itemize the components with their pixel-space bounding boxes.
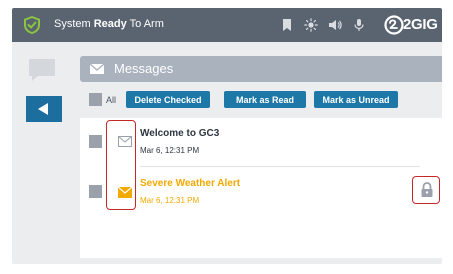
select-all-checkbox[interactable] [89, 93, 102, 106]
mark-as-unread-button[interactable]: Mark as Unread [314, 91, 398, 108]
lock-highlight-box [412, 176, 440, 204]
status-prefix: System [54, 18, 94, 30]
panel-screen: System Ready To Arm 2GIG Messages All De… [12, 8, 442, 264]
message-title: Severe Weather Alert [140, 178, 241, 189]
back-arrow-icon [38, 103, 48, 115]
volume-icon[interactable] [328, 18, 342, 32]
message-time: Mar 6, 12:31 PM [140, 196, 200, 205]
bookmark-icon[interactable] [280, 18, 294, 32]
message-time: Mar 6, 12:31 PM [140, 146, 200, 155]
brand-logo: 2GIG [384, 14, 440, 36]
brightness-icon[interactable] [304, 18, 318, 32]
mark-as-read-button[interactable]: Mark as Read [224, 91, 306, 108]
page-title: Messages [114, 61, 174, 76]
item-checkbox[interactable] [89, 185, 102, 198]
envelope-icon [90, 64, 104, 74]
back-button[interactable] [26, 96, 62, 122]
microphone-icon[interactable] [352, 18, 366, 32]
messages-header: Messages [80, 56, 442, 82]
logo-text: 2GIG [403, 16, 438, 33]
system-status-text: System Ready To Arm [54, 18, 164, 30]
icon-highlight-box [106, 120, 136, 210]
shield-check-icon[interactable] [22, 15, 42, 35]
2gig-logo-icon [384, 15, 404, 35]
chat-bubble-icon[interactable] [28, 58, 56, 82]
status-ready: Ready [93, 18, 127, 30]
status-bar: System Ready To Arm 2GIG [12, 8, 442, 42]
message-title: Welcome to GC3 [140, 128, 220, 139]
item-checkbox[interactable] [89, 135, 102, 148]
lock-icon[interactable] [420, 182, 434, 198]
select-all-label: All [106, 95, 117, 105]
status-suffix: To Arm [126, 18, 164, 30]
messages-toolbar: All Delete Checked Mark as Read Mark as … [80, 91, 442, 109]
delete-checked-button[interactable]: Delete Checked [126, 91, 210, 108]
